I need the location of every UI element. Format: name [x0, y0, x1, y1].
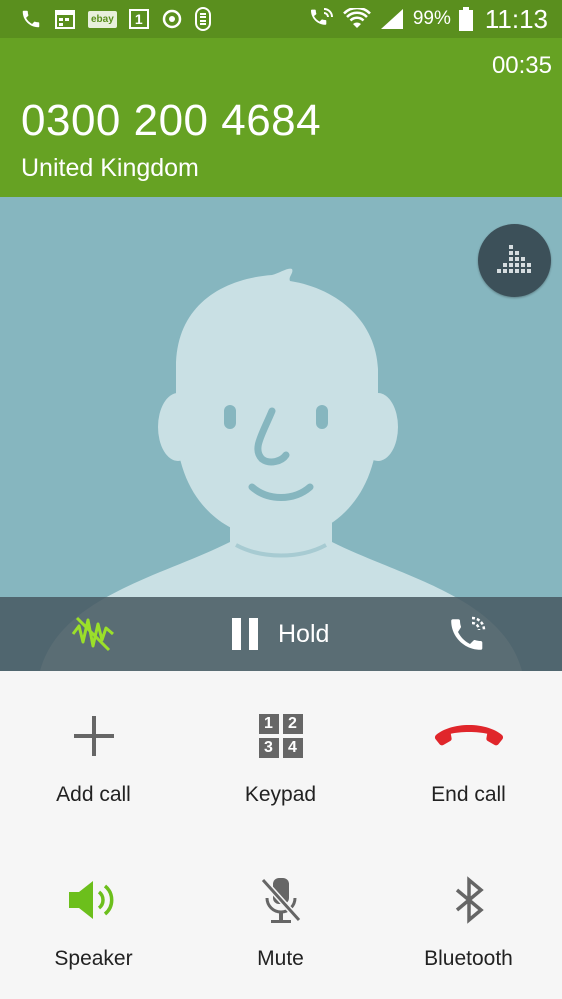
keypad-icon: 1 2 3 4 [258, 714, 303, 758]
ebay-icon: ebay [88, 10, 117, 28]
end-call-label: End call [431, 783, 506, 806]
calendar-day-number: 1 [134, 11, 143, 27]
end-call-button[interactable]: End call [375, 711, 562, 807]
wifi-calling-icon [309, 7, 335, 31]
plus-icon [73, 716, 114, 756]
battery-percent: 99% [412, 8, 451, 29]
speaker-button[interactable]: Speaker [0, 875, 187, 971]
keypad-button[interactable]: 1 2 3 4 Keypad [187, 711, 374, 807]
noise-reduction-button[interactable] [70, 612, 116, 656]
wifi-icon [342, 8, 371, 30]
hold-label: Hold [278, 619, 330, 648]
ee-icon [194, 7, 211, 31]
noise-reduction-icon [71, 616, 114, 652]
call-duration: 00:35 [491, 52, 552, 79]
end-call-icon [434, 725, 503, 746]
bluetooth-label: Bluetooth [424, 947, 513, 970]
add-call-label: Add call [56, 783, 131, 806]
sync-icon [161, 8, 183, 30]
in-call-bar: Hold [0, 597, 562, 671]
phone-waves-icon [451, 616, 486, 650]
mute-label: Mute [257, 947, 304, 970]
calendar-day-icon: 1 [128, 9, 149, 29]
voice-equalizer-button[interactable] [478, 224, 551, 297]
bluetooth-button[interactable]: Bluetooth [375, 875, 562, 971]
keypad-label: Keypad [244, 783, 317, 806]
speaker-label: Speaker [54, 947, 133, 970]
keypad-digit: 2 [282, 714, 303, 734]
status-bar: ebay 1 99% 11:13 [0, 0, 562, 38]
add-call-button[interactable]: Add call [0, 711, 187, 807]
signal-icon [379, 8, 405, 30]
equalizer-icon [496, 244, 531, 273]
call-transfer-button[interactable] [445, 611, 491, 657]
bluetooth-icon [455, 876, 484, 924]
keypad-digit: 4 [282, 738, 303, 758]
caller-location: United Kingdom [21, 154, 199, 182]
mic-off-icon [260, 877, 301, 923]
call-header: 00:35 0300 200 4684 United Kingdom [0, 38, 562, 197]
speaker-icon [68, 881, 113, 919]
hold-button[interactable]: Hold [230, 611, 329, 657]
pause-icon [232, 618, 258, 650]
phone-call-icon [20, 8, 42, 30]
call-controls: Add call 1 2 3 4 Keypad End call Speaker… [0, 671, 562, 999]
battery-icon [458, 7, 473, 31]
clock: 11:13 [484, 3, 548, 34]
keypad-digit: 1 [258, 714, 279, 734]
mute-button[interactable]: Mute [187, 875, 374, 971]
keypad-digit: 3 [258, 738, 279, 758]
calendar-icon [54, 8, 76, 30]
phone-number: 0300 200 4684 [21, 96, 322, 145]
